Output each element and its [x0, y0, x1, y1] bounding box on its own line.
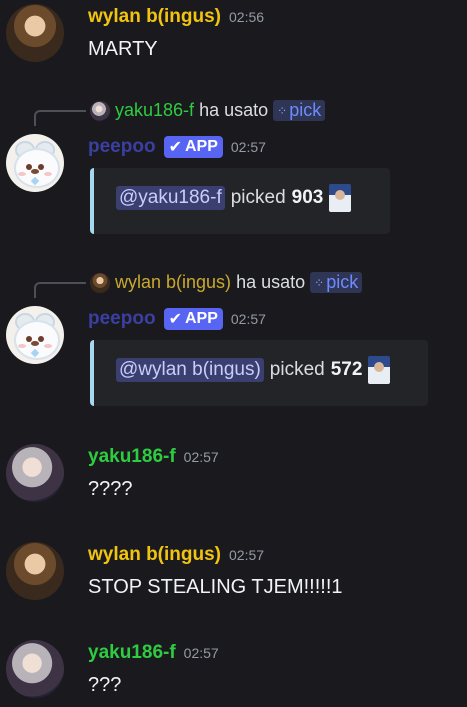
- player-card-icon: [368, 356, 391, 384]
- message-text: ???: [88, 674, 122, 696]
- embed-verb: picked: [269, 359, 325, 380]
- author-name[interactable]: wylan b(ingus): [88, 544, 221, 566]
- check-icon: ✔: [168, 311, 182, 328]
- timestamp: 02:57: [183, 449, 219, 465]
- embed: @wylan b(ingus) picked 572: [90, 340, 428, 406]
- timestamp: 02:57: [230, 139, 266, 155]
- author-name[interactable]: yaku186-f: [88, 446, 176, 468]
- reply-action: ha usato: [199, 100, 269, 120]
- command-icon: ⁘: [277, 103, 287, 118]
- avatar[interactable]: [6, 444, 64, 502]
- slash-command[interactable]: ⁘ pick: [273, 100, 326, 121]
- timestamp: 02:57: [229, 547, 265, 563]
- reply-author[interactable]: yaku186-f: [115, 100, 194, 121]
- slash-command[interactable]: ⁘ pick: [310, 272, 363, 293]
- user-mention[interactable]: @wylan b(ingus): [116, 358, 264, 382]
- message-text: ????: [88, 478, 133, 500]
- reply-context[interactable]: wylan b(ingus) ha usato ⁘ pick: [90, 272, 363, 293]
- avatar[interactable]: [6, 4, 64, 62]
- command-icon: ⁘: [314, 275, 324, 290]
- reply-context[interactable]: yaku186-f ha usato ⁘ pick: [90, 100, 326, 121]
- author-name[interactable]: peepoo: [88, 308, 156, 330]
- reply-connector: [34, 282, 86, 298]
- message-text: MARTY: [88, 38, 158, 60]
- user-mention[interactable]: @yaku186-f: [116, 186, 225, 210]
- embed-value: 572: [330, 359, 363, 380]
- timestamp: 02:56: [229, 9, 265, 25]
- avatar[interactable]: [6, 306, 64, 364]
- reply-avatar: [90, 272, 110, 293]
- command-name: pick: [326, 272, 359, 292]
- embed-verb: picked: [230, 187, 286, 208]
- app-badge-label: APP: [184, 310, 218, 327]
- command-name: pick: [289, 100, 322, 120]
- author-name[interactable]: peepoo: [88, 136, 156, 158]
- reply-connector: [34, 110, 86, 126]
- app-badge: ✔ APP: [163, 308, 223, 330]
- embed-value: 903: [291, 187, 324, 208]
- timestamp: 02:57: [183, 645, 219, 661]
- player-card-icon: [329, 184, 352, 212]
- app-badge: ✔ APP: [163, 136, 223, 158]
- author-name[interactable]: wylan b(ingus): [88, 6, 221, 28]
- message-text: STOP STEALING TJEM!!!!!1: [88, 576, 343, 598]
- reply-action: ha usato: [236, 272, 306, 292]
- avatar[interactable]: [6, 542, 64, 600]
- embed: @yaku186-f picked 903: [90, 168, 390, 234]
- timestamp: 02:57: [230, 311, 266, 327]
- avatar[interactable]: [6, 640, 64, 698]
- check-icon: ✔: [168, 139, 182, 156]
- avatar[interactable]: [6, 134, 64, 192]
- app-badge-label: APP: [184, 138, 218, 155]
- reply-author[interactable]: wylan b(ingus): [115, 272, 231, 293]
- author-name[interactable]: yaku186-f: [88, 642, 176, 664]
- reply-avatar: [90, 100, 110, 121]
